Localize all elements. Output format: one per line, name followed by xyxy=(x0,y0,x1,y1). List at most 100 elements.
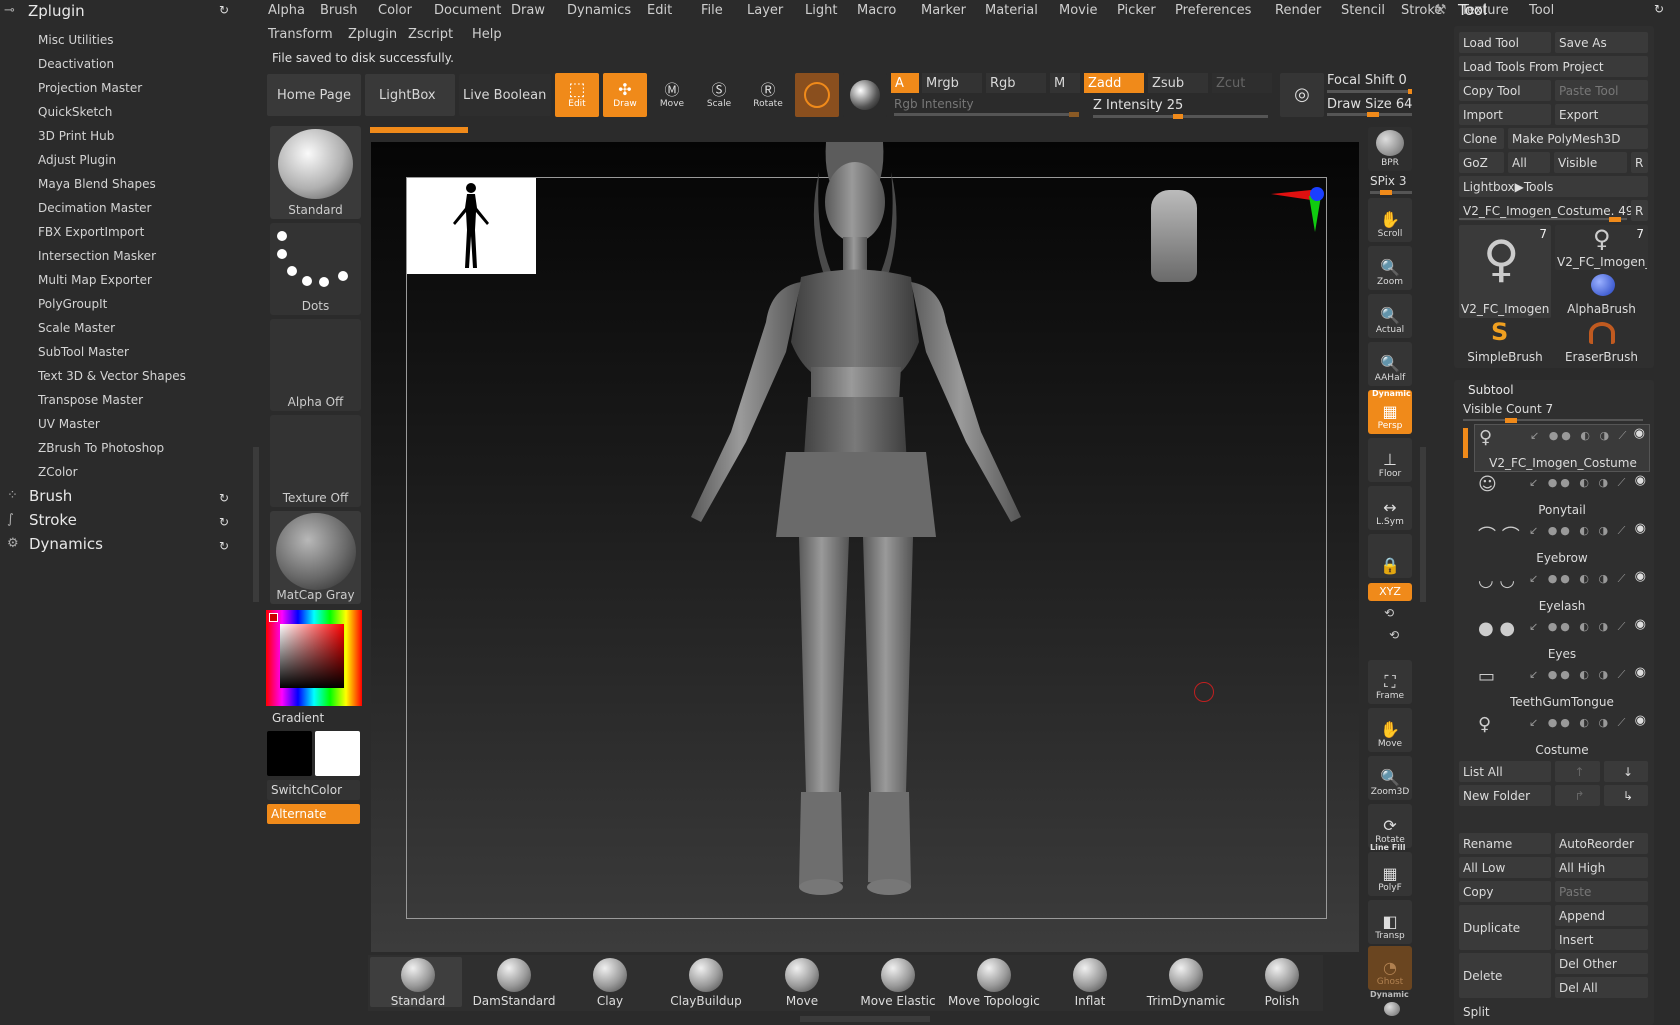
rotate-button[interactable]: Ⓡ Rotate xyxy=(746,73,790,117)
all-high-button[interactable]: All High xyxy=(1555,857,1648,878)
clone-button[interactable]: Clone xyxy=(1459,128,1504,149)
bpr-button[interactable]: BPR xyxy=(1368,127,1412,171)
paste-tool-button[interactable]: Paste Tool xyxy=(1555,80,1648,101)
copy-subtool-button[interactable]: Copy xyxy=(1459,881,1551,902)
subtool-toggle-icons[interactable]: ↙ ●● ◐ ◑ ⟋ xyxy=(1529,572,1628,586)
draw-size-slider[interactable] xyxy=(1327,112,1412,117)
tool-thumb-current[interactable]: ♀ 7 V2_FC_Imogen_C xyxy=(1459,225,1551,318)
plugin-item[interactable]: PolyGroupIt xyxy=(38,297,107,311)
brush-move-elastic[interactable]: Move Elastic xyxy=(852,958,944,1008)
section-dynamics[interactable]: ⚙ Dynamics xyxy=(0,535,103,553)
menu-help[interactable]: Help xyxy=(472,27,502,42)
menu-alpha[interactable]: Alpha xyxy=(268,3,305,18)
split-header[interactable]: Split xyxy=(1463,1005,1490,1019)
rgb-toggle[interactable]: Rgb xyxy=(986,73,1046,93)
subtool-row[interactable]: ♀ ↙ ●● ◐ ◑ ⟋ ◉ Costume xyxy=(1474,712,1650,760)
head-navigation-gizmo[interactable] xyxy=(1151,190,1197,282)
eye-icon[interactable]: ◉ xyxy=(1635,713,1646,728)
plugin-item[interactable]: Deactivation xyxy=(38,57,114,71)
lightbox-tools-button[interactable]: Lightbox▶Tools xyxy=(1459,176,1648,197)
z-intensity-slider[interactable] xyxy=(1093,114,1268,119)
lightbox-button[interactable]: LightBox xyxy=(365,74,455,116)
section-stroke[interactable]: ∫ Stroke xyxy=(0,511,77,529)
sculpt-model[interactable] xyxy=(371,142,1359,952)
menu-color[interactable]: Color xyxy=(378,3,412,18)
menu-layer[interactable]: Layer xyxy=(747,3,783,18)
focal-shift-slider[interactable] xyxy=(1327,89,1412,94)
plugin-item[interactable]: Adjust Plugin xyxy=(38,153,116,167)
color-saturation-square[interactable] xyxy=(280,624,344,688)
move-up-button[interactable]: ↑ xyxy=(1555,761,1600,782)
tool-r-button[interactable]: R xyxy=(1631,200,1648,221)
brush-standard[interactable]: Standard xyxy=(372,958,464,1008)
plugin-item[interactable]: UV Master xyxy=(38,417,100,431)
move-button[interactable]: ✋ Move xyxy=(1368,708,1412,752)
plugin-item[interactable]: QuickSketch xyxy=(38,105,112,119)
y-sym-icon[interactable]: ⟲ xyxy=(1384,606,1394,620)
lsym-button[interactable]: ↔ L.Sym xyxy=(1368,486,1412,530)
menu-render[interactable]: Render xyxy=(1275,3,1321,18)
new-folder-button[interactable]: New Folder xyxy=(1459,785,1551,806)
z-sym-icon[interactable]: ⟲ xyxy=(1389,628,1399,642)
import-button[interactable]: Import xyxy=(1459,104,1551,125)
subtool-toggle-icons[interactable]: ↙ ●● ◐ ◑ ⟋ xyxy=(1529,476,1628,490)
matcap-sphere-button[interactable] xyxy=(843,73,887,117)
subtool-header[interactable]: Subtool xyxy=(1468,383,1514,397)
brush-tile-standard[interactable]: Standard xyxy=(270,126,361,219)
refresh-icon[interactable]: ↻ xyxy=(219,539,233,553)
alphabrush-thumb[interactable]: AlphaBrush xyxy=(1555,272,1648,317)
solo-icon[interactable] xyxy=(1384,1002,1400,1016)
zoom3d-button[interactable]: 🔍 Zoom3D xyxy=(1368,756,1412,800)
delete-button[interactable]: Delete xyxy=(1459,953,1551,998)
copy-tool-button[interactable]: Copy Tool xyxy=(1459,80,1551,101)
switch-color-button[interactable]: SwitchColor xyxy=(267,780,360,800)
subtool-toggle-icons[interactable]: ↙ ●● ◐ ◑ ⟋ xyxy=(1529,524,1628,538)
menu-preferences[interactable]: Preferences xyxy=(1175,3,1251,18)
refresh-icon[interactable]: ↻ xyxy=(219,3,233,17)
zoom-button[interactable]: 🔍 Zoom xyxy=(1368,246,1412,290)
folder-into-button[interactable]: ↱ xyxy=(1555,785,1600,806)
brush-claybuildup[interactable]: ClayBuildup xyxy=(660,958,752,1008)
bottom-tray-handle[interactable] xyxy=(800,1016,930,1022)
subtool-toggle-icons[interactable]: ↙ ●● ◐ ◑ ⟋ xyxy=(1529,716,1628,730)
all-low-button[interactable]: All Low xyxy=(1459,857,1551,878)
subtool-scrollbar[interactable] xyxy=(1463,428,1468,458)
brush-move[interactable]: Move xyxy=(756,958,848,1008)
right-tray-handle[interactable] xyxy=(1420,447,1426,602)
menu-picker[interactable]: Picker xyxy=(1117,3,1156,18)
tool-panel-header[interactable]: ⚒ Tool ↻ xyxy=(1432,0,1680,22)
menu-material[interactable]: Material xyxy=(985,3,1038,18)
simplebrush-thumb[interactable]: S SimpleBrush xyxy=(1459,318,1551,365)
material-swatch-button[interactable] xyxy=(795,73,839,117)
menu-zplugin[interactable]: Zplugin xyxy=(348,27,397,42)
eye-icon[interactable]: ◉ xyxy=(1635,521,1646,536)
subtool-row[interactable]: ⌒ ⌒ ↙ ●● ◐ ◑ ⟋ ◉ Eyebrow xyxy=(1474,520,1650,568)
rotate-button[interactable]: ⟳ Rotate xyxy=(1368,804,1412,848)
zcut-toggle[interactable]: Zcut xyxy=(1212,73,1272,93)
auto-reorder-button[interactable]: AutoReorder xyxy=(1555,833,1648,854)
brush-move-topologica[interactable]: Move Topologica xyxy=(948,958,1040,1008)
m-toggle[interactable]: M xyxy=(1050,73,1080,93)
brush-inflat[interactable]: Inflat xyxy=(1044,958,1136,1008)
load-tool-button[interactable]: Load Tool xyxy=(1459,32,1551,53)
scroll-button[interactable]: ✋ Scroll xyxy=(1368,198,1412,242)
list-all-button[interactable]: List All xyxy=(1459,761,1551,782)
move-down-button[interactable]: ↓ xyxy=(1604,761,1648,782)
polyf-button[interactable]: ▦ PolyF xyxy=(1368,852,1412,896)
floor-button[interactable]: ⊥ Floor xyxy=(1368,438,1412,482)
rename-button[interactable]: Rename xyxy=(1459,833,1551,854)
subtool-row[interactable]: ◡ ◡ ↙ ●● ◐ ◑ ⟋ ◉ Eyelash xyxy=(1474,568,1650,616)
menu-file[interactable]: File xyxy=(701,3,723,18)
menu-movie[interactable]: Movie xyxy=(1059,3,1097,18)
brush-polish[interactable]: Polish xyxy=(1236,958,1328,1008)
secondary-color-swatch[interactable] xyxy=(315,731,360,776)
live-boolean-button[interactable]: Live Boolean xyxy=(459,74,551,116)
menu-document[interactable]: Document xyxy=(434,3,501,18)
plugin-item[interactable]: Decimation Master xyxy=(38,201,151,215)
make-polymesh3d-button[interactable]: Make PolyMesh3D xyxy=(1508,128,1648,149)
zsub-toggle[interactable]: Zsub xyxy=(1148,73,1208,93)
home-page-button[interactable]: Home Page xyxy=(267,74,361,116)
scale-button[interactable]: Ⓢ Scale xyxy=(697,73,741,117)
refresh-icon[interactable]: ↻ xyxy=(1654,2,1664,16)
del-all-button[interactable]: Del All xyxy=(1555,977,1648,998)
